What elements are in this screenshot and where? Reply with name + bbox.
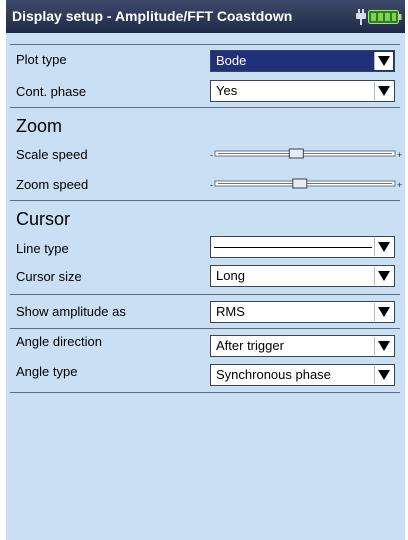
zoom-heading: Zoom bbox=[16, 116, 63, 136]
title-bar: Display setup - Amplitude/FFT Coastdown bbox=[6, 0, 405, 33]
scale-speed-slider[interactable]: - + bbox=[210, 148, 403, 160]
slider-max-label: + bbox=[397, 180, 402, 190]
plug-icon bbox=[356, 9, 366, 25]
line-type-dropdown[interactable] bbox=[210, 236, 395, 258]
scale-speed-label: Scale speed bbox=[16, 147, 88, 162]
cont-phase-dropdown[interactable]: Yes bbox=[210, 80, 395, 102]
angle-type-value: Synchronous phase bbox=[216, 367, 331, 382]
plot-type-label: Plot type bbox=[16, 52, 67, 67]
slider-thumb[interactable] bbox=[288, 148, 304, 159]
slider-thumb[interactable] bbox=[292, 178, 308, 189]
screen: Display setup - Amplitude/FFT Coastdown … bbox=[0, 0, 408, 540]
plot-type-value: Bode bbox=[216, 53, 247, 68]
chevron-down-icon[interactable] bbox=[374, 366, 393, 384]
settings-panel: Display setup - Amplitude/FFT Coastdown … bbox=[6, 0, 405, 540]
show-amplitude-dropdown[interactable]: RMS bbox=[210, 301, 395, 323]
chevron-down-icon[interactable] bbox=[374, 52, 393, 70]
angle-type-dropdown[interactable]: Synchronous phase bbox=[210, 364, 395, 386]
divider bbox=[10, 44, 400, 45]
cont-phase-value: Yes bbox=[216, 83, 238, 98]
chevron-down-icon[interactable] bbox=[374, 337, 393, 355]
divider bbox=[10, 328, 400, 329]
slider-min-label: - bbox=[210, 150, 213, 160]
angle-direction-label: Angle direction bbox=[16, 334, 102, 349]
line-type-preview bbox=[214, 247, 372, 248]
line-type-label: Line type bbox=[16, 241, 69, 256]
divider bbox=[10, 294, 400, 295]
cursor-heading: Cursor bbox=[16, 209, 71, 229]
angle-type-label: Angle type bbox=[16, 364, 78, 379]
angle-direction-dropdown[interactable]: After trigger bbox=[210, 335, 395, 357]
slider-max-label: + bbox=[397, 150, 402, 160]
chevron-down-icon[interactable] bbox=[374, 238, 393, 256]
divider bbox=[10, 107, 400, 108]
chevron-down-icon[interactable] bbox=[374, 82, 393, 100]
window-title: Display setup - Amplitude/FFT Coastdown bbox=[12, 8, 293, 24]
divider bbox=[10, 200, 400, 201]
cursor-size-value: Long bbox=[216, 268, 245, 283]
divider bbox=[10, 392, 400, 393]
zoom-speed-label: Zoom speed bbox=[16, 177, 89, 192]
cont-phase-label: Cont. phase bbox=[16, 84, 87, 99]
chevron-down-icon[interactable] bbox=[374, 267, 393, 285]
angle-direction-value: After trigger bbox=[216, 338, 284, 353]
battery-icon bbox=[368, 10, 402, 24]
plot-type-dropdown[interactable]: Bode bbox=[210, 50, 395, 72]
cursor-size-dropdown[interactable]: Long bbox=[210, 265, 395, 287]
cursor-size-label: Cursor size bbox=[16, 269, 82, 284]
show-amplitude-label: Show amplitude as bbox=[16, 304, 126, 319]
show-amplitude-value: RMS bbox=[216, 304, 245, 319]
chevron-down-icon[interactable] bbox=[374, 303, 393, 321]
zoom-speed-slider[interactable]: - + bbox=[210, 178, 403, 190]
slider-min-label: - bbox=[210, 180, 213, 190]
